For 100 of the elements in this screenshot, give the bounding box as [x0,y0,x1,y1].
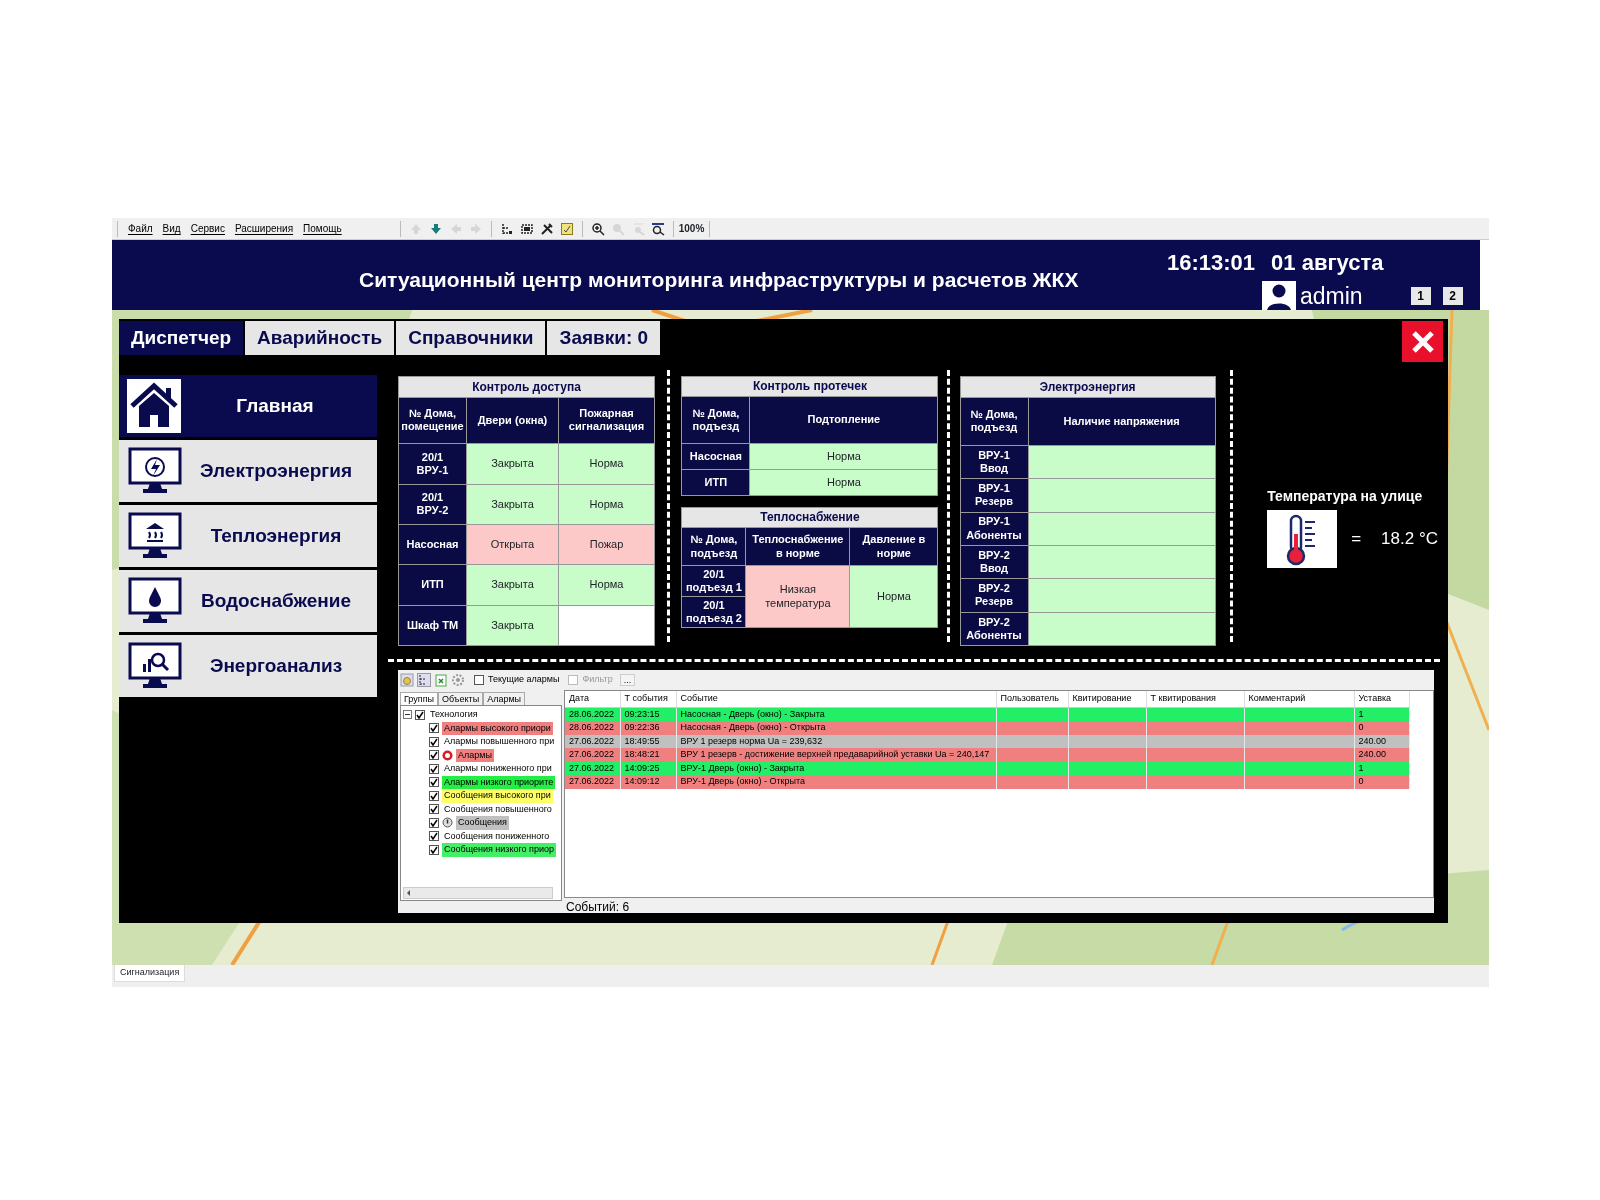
status-cell: Норма [849,565,938,628]
table-cell: 27.06.2022 [565,775,620,789]
checkbox[interactable] [429,831,439,842]
tab[interactable]: Диспетчер [119,321,244,355]
row-header: ВРУ-1 Ввод [960,445,1028,479]
tab[interactable]: Аварийность [245,321,395,355]
menu-item[interactable]: Вид [157,221,186,236]
checkbox[interactable] [429,763,439,774]
user-name: admin [1300,282,1363,311]
tree-item[interactable]: Алармы [456,748,494,762]
column-header[interactable]: Комментарий [1244,691,1354,707]
tree-item[interactable]: Алармы высокого приори [442,721,553,735]
column-header[interactable]: Квитирование [1068,691,1146,707]
tree-item[interactable]: Сообщения повышенного [442,802,554,816]
status-cell: Закрыта [466,564,559,606]
zoom-fit-icon[interactable] [650,221,665,236]
export-icon[interactable] [434,673,448,687]
table-cell: ВРУ-1 Дверь (окно) - Открыта [676,775,996,789]
fit-icon[interactable] [519,221,534,236]
status-cell: Низкая температура [745,565,850,628]
table-title: Контроль протечек [681,376,938,397]
nav-button[interactable]: Водоснабжение [119,570,377,632]
checkbox[interactable] [429,844,439,855]
menu-item[interactable]: Помощь [298,221,347,236]
column-header[interactable]: Уставка [1354,691,1409,707]
row-header: 20/1 подъезд 2 [681,596,746,628]
row-header: Шкаф ТМ [398,605,467,646]
checkbox[interactable] [429,723,439,734]
row-header: ВРУ-2 Ввод [960,545,1028,579]
nav-button[interactable]: Главная [119,375,377,437]
message-icon [442,817,453,829]
tree-item[interactable]: Алармы повышенного при [442,735,557,749]
tab[interactable]: Группы [400,692,438,705]
tab[interactable]: Алармы [483,692,526,705]
row-header: ИТП [398,564,467,606]
status-cell: Норма [558,484,655,525]
tree-icon[interactable] [499,221,514,236]
tree-item[interactable]: Алармы низкого приорите [442,775,556,789]
column-header[interactable]: Дата [565,691,620,707]
checkbox[interactable] [415,709,425,720]
row-header: 20/1 подъезд 1 [681,565,746,597]
column-header[interactable]: Т события [620,691,676,707]
tab[interactable]: Заявки: 0 [547,321,661,355]
more-button[interactable]: ... [619,674,636,686]
checkbox[interactable] [429,804,439,815]
table-cell: 0 [1354,721,1409,735]
tree-item[interactable]: Сообщения пониженного [442,829,552,843]
tree-item[interactable]: Сообщения высокого при [442,789,553,803]
zoom-level[interactable]: 100% [678,221,705,236]
status-cell: Закрыта [466,605,559,646]
status-tab[interactable]: Сигнализация [114,965,186,982]
table-cell: 14:09:12 [620,775,676,789]
alarm-row[interactable]: 27.06.2022 18:48:21 ВРУ 1 резерв - достижение верхней предаварийной уставки Ua = 240,147 240.00 [565,748,1409,762]
alarm-icon [442,749,453,761]
tools-icon[interactable] [539,221,554,236]
table-cell: 18:48:21 [620,748,676,762]
alarm-row[interactable]: 28.06.2022 09:22:36 Насосная - Дверь (окно) - Открыта 0 [565,721,1409,735]
down-arrow-icon[interactable] [428,221,443,236]
table-cell: ВРУ 1 резерв - достижение верхней предаварийной уставки Ua = 240,147 [676,748,996,762]
column-header[interactable]: Событие [676,691,996,707]
table-cell: 27.06.2022 [565,748,620,762]
menu-item[interactable]: Сервис [185,221,230,236]
zoom-in-icon[interactable] [590,221,605,236]
nav-button[interactable]: Энергоанализ [119,635,377,697]
close-button[interactable] [1402,321,1443,362]
status-cell: Закрыта [466,484,559,525]
checkbox-label[interactable]: Текущие алармы [488,673,560,687]
alarm-row[interactable]: 27.06.2022 14:09:12 ВРУ-1 Дверь (окно) - Открыта 0 [565,775,1409,789]
tab[interactable]: Справочники [396,321,546,355]
checkbox[interactable] [429,750,439,761]
note-icon[interactable] [559,221,574,236]
thermometer-icon [1267,510,1338,568]
checkbox[interactable] [474,675,484,685]
monitor-icon [127,577,183,625]
table-cell: 240.00 [1354,748,1409,762]
expand-icon[interactable] [403,710,412,720]
column-header[interactable]: Пользователь [996,691,1068,707]
checkbox[interactable] [429,777,439,788]
menu-item[interactable]: Расширения [229,221,299,236]
column-header: № Дома, подъезд [681,396,750,444]
nav-button[interactable]: Электроэнергия [119,440,377,502]
screen-button[interactable]: 1 [1410,287,1431,306]
checkbox[interactable] [429,790,439,801]
scrollbar[interactable] [403,887,553,899]
tree-item[interactable]: Сообщения [456,816,509,830]
screen-button[interactable]: 2 [1442,287,1463,306]
tab[interactable]: Объекты [438,692,484,705]
menu-item[interactable]: Файл [123,221,158,236]
equals-sign: = [1351,528,1362,551]
app-title: Ситуационный центр мониторинга инфраструктуры и расчетов ЖКХ [358,267,1080,293]
tree-item[interactable]: Алармы пониженного при [442,762,554,776]
tree-item[interactable]: Технология [428,708,480,722]
checkbox[interactable] [429,817,439,828]
tree-item[interactable]: Сообщения низкого приор [442,843,557,857]
column-header: Двери (окна) [466,397,559,444]
checkbox[interactable] [429,736,439,747]
column-header: Пожарная сигнализация [558,397,655,444]
nav-button[interactable]: Теплоэнергия [119,505,377,567]
column-header[interactable]: Т квитирования [1146,691,1244,707]
monitor-icon [127,512,183,560]
